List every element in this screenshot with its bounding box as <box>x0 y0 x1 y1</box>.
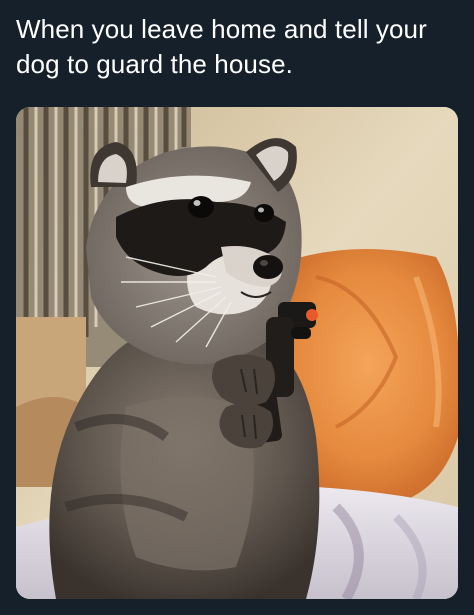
tweet-photo[interactable] <box>16 107 458 599</box>
raccoon-photo-illustration <box>16 107 458 599</box>
tweet-text: When you leave home and tell your dog to… <box>16 14 427 79</box>
